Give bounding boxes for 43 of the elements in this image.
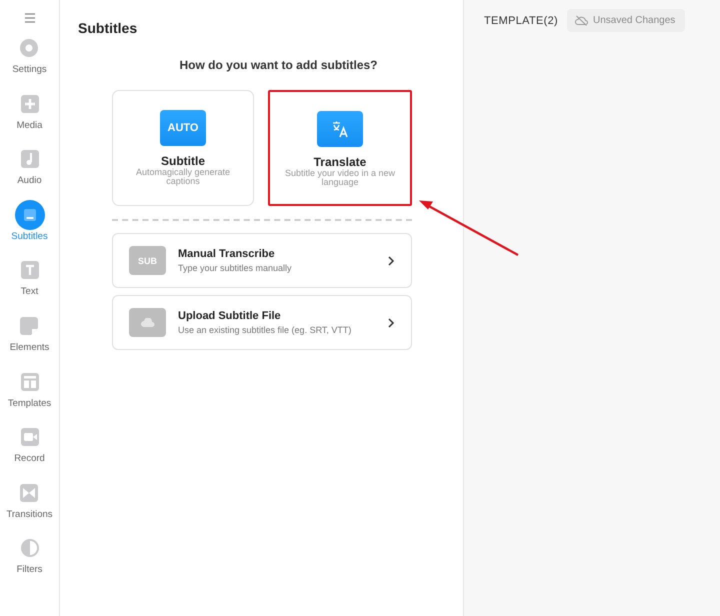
sidebar-item[interactable]: Audio [14,144,44,200]
sidebar-item[interactable]: Record [14,422,45,478]
option-row[interactable]: Upload Subtitle File Use an existing subtitles file (eg. SRT, VTT) [112,295,412,350]
option-title: Translate [314,155,366,169]
cloud-icon [129,308,166,337]
row-title: Upload Subtitle File [178,310,282,322]
translate-icon [317,111,363,147]
elements-icon [19,316,40,336]
settings-icon [19,38,40,58]
record-icon [20,427,40,448]
template-label: TEMPLATE(2) [484,15,558,27]
sub-icon: SUB [129,246,166,275]
save-status: Unsaved Changes [567,9,686,32]
row-description: Use an existing subtitles file (eg. SRT, VTT) [178,325,352,335]
row-description: Type your subtitles manually [178,263,293,273]
sidebar-item[interactable]: Subtitles [11,200,48,256]
option-card[interactable]: AUTO Subtitle Automagically generate captions [112,90,254,206]
option-description: Automagically generate captions [134,168,232,186]
sidebar-item[interactable]: Settings [12,33,47,89]
sidebar-item[interactable]: Templates [8,366,52,422]
chevron-icon [387,254,395,266]
option-description: Subtitle your video in a new language [284,169,396,187]
sidebar-item[interactable]: Transitions [6,478,53,534]
templates-icon [20,372,40,392]
audio-icon [20,149,40,170]
option-title: Subtitle [161,154,205,168]
text-icon [20,260,40,280]
chevron-icon [387,316,395,328]
media-icon [20,94,40,114]
filters-icon [20,538,40,558]
option-row[interactable]: SUB Manual Transcribe Type your subtitles manually [112,233,412,288]
transitions-icon [19,482,40,503]
auto-icon: AUTO [160,110,206,146]
sidebar-item[interactable]: Text [14,255,44,311]
menu-icon[interactable] [24,12,36,24]
sidebar-item[interactable]: Media [14,88,44,144]
sidebar-item[interactable]: Elements [10,310,50,367]
option-card[interactable]: Translate Subtitle your video in a new language [268,90,412,206]
question-text: How do you want to add subtitles? [178,58,378,72]
row-title: Manual Transcribe [178,248,276,260]
panel-title: Subtitles [78,20,138,36]
cloud-off-icon [575,15,588,26]
sidebar-item[interactable]: Filters [14,533,44,589]
